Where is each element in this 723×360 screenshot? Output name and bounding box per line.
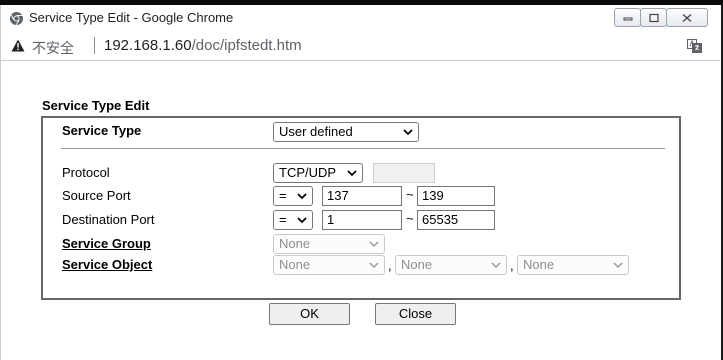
chevron-down-icon [403, 129, 413, 136]
chevron-down-icon [297, 217, 307, 224]
address-bar[interactable]: 不安全 192.168.1.60/doc/ipfstedt.htm [1, 32, 720, 61]
service-object-select-1: None [273, 255, 385, 275]
chevron-down-icon [369, 241, 379, 248]
page-title: Service Type Edit [42, 98, 150, 113]
close-icon [682, 13, 692, 22]
source-port-operator-select[interactable]: = [273, 186, 313, 206]
title-bar[interactable]: Service Type Edit - Google Chrome [1, 5, 720, 32]
chevron-down-icon [613, 262, 623, 269]
destination-port-operator-select[interactable]: = [273, 210, 313, 230]
service-object-separator-2: , [510, 258, 514, 273]
source-port-label: Source Port [62, 188, 131, 203]
source-port-start-input[interactable]: 137 [322, 186, 402, 206]
minimize-button[interactable] [614, 8, 641, 27]
service-type-panel: Service Type User defined Protocol TCP/U… [41, 116, 681, 300]
service-type-value: User defined [279, 124, 353, 139]
chrome-icon [9, 11, 24, 26]
service-object-value-2: None [401, 257, 433, 272]
service-object-select-2: None [395, 255, 507, 275]
window-title: Service Type Edit - Google Chrome [29, 10, 234, 25]
destination-port-end-input[interactable]: 65535 [417, 210, 495, 230]
chevron-down-icon [369, 262, 379, 269]
service-group-select: None [273, 234, 385, 254]
window-controls [614, 8, 708, 28]
protocol-number-input [373, 163, 435, 183]
page-content: Service Type Edit Service Type User defi… [1, 61, 720, 360]
url-path: /doc/ipfstedt.htm [191, 37, 302, 54]
service-object-value-3: None [523, 257, 555, 272]
warning-icon [11, 39, 25, 52]
translate-icon[interactable] [687, 39, 702, 53]
destination-port-start-input[interactable]: 1 [322, 210, 402, 230]
source-port-operator: = [279, 188, 287, 203]
service-group-link[interactable]: Service Group [62, 236, 151, 251]
maximize-icon [648, 13, 659, 22]
protocol-value: TCP/UDP [279, 165, 337, 180]
protocol-select[interactable]: TCP/UDP [273, 163, 363, 183]
protocol-label: Protocol [62, 165, 110, 180]
close-window-button[interactable] [666, 8, 708, 27]
browser-popup-window: Service Type Edit - Google Chrome 不安全 19… [0, 5, 720, 360]
service-object-link[interactable]: Service Object [62, 257, 152, 272]
url-text[interactable]: 192.168.1.60/doc/ipfstedt.htm [104, 37, 302, 54]
maximize-button[interactable] [640, 8, 667, 27]
source-port-range-separator: ~ [406, 187, 414, 202]
service-type-select[interactable]: User defined [273, 122, 419, 142]
section-divider [61, 148, 665, 149]
chevron-down-icon [347, 170, 357, 177]
security-status[interactable]: 不安全 [32, 38, 74, 58]
service-object-value-1: None [279, 257, 311, 272]
destination-port-label: Destination Port [62, 212, 155, 227]
chevron-down-icon [491, 262, 501, 269]
close-button[interactable]: Close [375, 303, 456, 325]
address-separator [94, 37, 95, 54]
service-object-select-3: None [517, 255, 629, 275]
destination-port-range-separator: ~ [406, 211, 414, 226]
destination-port-operator: = [279, 212, 287, 227]
url-host: 192.168.1.60 [104, 37, 192, 54]
source-port-end-input[interactable]: 139 [417, 186, 495, 206]
service-group-value: None [279, 236, 311, 251]
minimize-icon [623, 17, 632, 20]
service-type-label: Service Type [62, 123, 142, 138]
ok-button[interactable]: OK [269, 303, 350, 325]
service-object-separator-1: , [388, 258, 392, 273]
chevron-down-icon [297, 193, 307, 200]
